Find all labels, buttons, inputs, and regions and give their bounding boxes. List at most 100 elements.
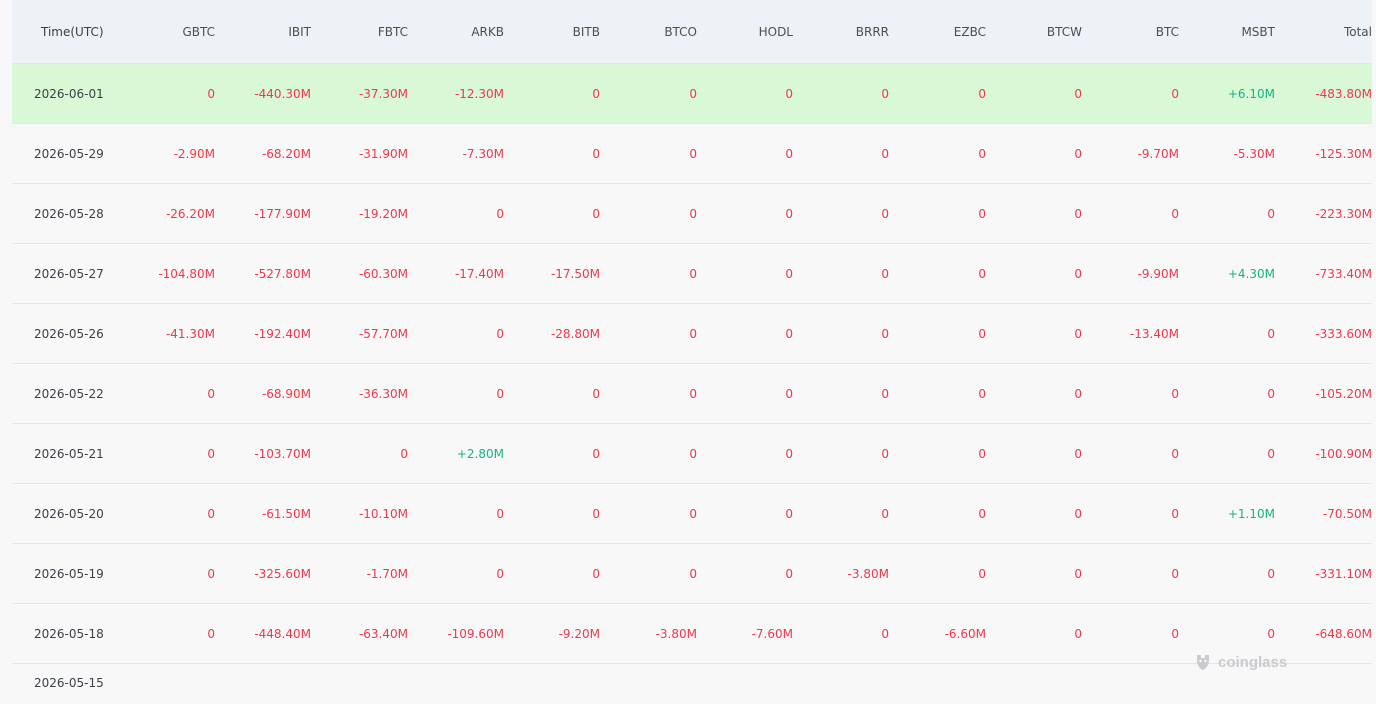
flow-cell-fbtc: 0 <box>400 446 408 461</box>
column-header-btcw[interactable]: BTCW <box>986 25 1082 39</box>
column-header-brrr[interactable]: BRRR <box>793 25 889 39</box>
flow-cell-ezbc: 0 <box>978 206 986 221</box>
flow-cell-fbtc: -37.30M <box>358 86 408 101</box>
flow-cell-ezbc: 0 <box>978 566 986 581</box>
flow-cell-gbtc: 0 <box>207 446 215 461</box>
flow-cell-ibit: -61.50M <box>261 506 311 521</box>
flow-cell-msbt: 0 <box>1267 206 1275 221</box>
flow-cell-btco: 0 <box>689 266 697 281</box>
column-header-btco[interactable]: BTCO <box>600 25 697 39</box>
flow-cell-btcw: 0 <box>1074 86 1082 101</box>
flow-cell-bitb: 0 <box>592 446 600 461</box>
flow-cell-ezbc: 0 <box>978 386 986 401</box>
flow-cell-arkb: +2.80M <box>456 446 504 461</box>
flow-cell-brrr: 0 <box>881 206 889 221</box>
flow-cell-btc: -13.40M <box>1129 326 1179 341</box>
column-header-btc[interactable]: BTC <box>1082 25 1179 39</box>
column-header-gbtc[interactable]: GBTC <box>129 25 215 39</box>
flow-cell-brrr: -3.80M <box>847 566 889 581</box>
flow-cell-fbtc: -31.90M <box>358 146 408 161</box>
flow-cell-btco: 0 <box>689 566 697 581</box>
flow-cell-msbt: +6.10M <box>1227 86 1275 101</box>
flow-cell-btc: 0 <box>1171 206 1179 221</box>
flow-cell-brrr: 0 <box>881 626 889 641</box>
flow-cell-msbt: 0 <box>1267 626 1275 641</box>
row-date: 2026-05-28 <box>34 206 104 221</box>
flow-cell-btcw: 0 <box>1074 626 1082 641</box>
flow-cell-arkb: 0 <box>496 206 504 221</box>
flow-cell-hodl: -7.60M <box>751 626 793 641</box>
flow-cell-ezbc: 0 <box>978 446 986 461</box>
flow-cell-hodl: 0 <box>785 566 793 581</box>
flow-cell-fbtc: -63.40M <box>358 626 408 641</box>
flow-cell-btc: 0 <box>1171 506 1179 521</box>
flow-cell-gbtc: 0 <box>207 86 215 101</box>
flow-cell-btcw: 0 <box>1074 506 1082 521</box>
column-header-bitb[interactable]: BITB <box>504 25 600 39</box>
flow-cell-btco: 0 <box>689 446 697 461</box>
flow-cell-gbtc: 0 <box>207 626 215 641</box>
etf-flow-table: Time(UTC) GBTC IBIT FBTC ARKB BITB BTCO HODL BRR… <box>12 0 1372 704</box>
flow-cell-bitb: 0 <box>592 206 600 221</box>
flow-cell-ezbc: -6.60M <box>944 626 986 641</box>
flow-cell-btc: 0 <box>1171 626 1179 641</box>
flow-cell-btcw: 0 <box>1074 386 1082 401</box>
flow-cell-brrr: 0 <box>881 146 889 161</box>
table-row: 2026-05-15 <box>12 664 1372 704</box>
flow-cell-total: -70.50M <box>1322 506 1372 521</box>
column-header-fbtc[interactable]: FBTC <box>311 25 408 39</box>
flow-cell-arkb: 0 <box>496 506 504 521</box>
coinglass-logo-icon <box>1197 655 1209 670</box>
flow-cell-bitb: -17.50M <box>550 266 600 281</box>
table-row: 2026-05-29 -2.90M -68.20M -31.90M -7.30M 0 0 0 0… <box>12 124 1372 184</box>
flow-cell-gbtc: -104.80M <box>158 266 215 281</box>
flow-cell-bitb: -9.20M <box>558 626 600 641</box>
flow-cell-ibit: -103.70M <box>254 446 311 461</box>
row-date: 2026-05-15 <box>34 676 104 690</box>
flow-cell-bitb: 0 <box>592 566 600 581</box>
flow-cell-brrr: 0 <box>881 386 889 401</box>
flow-cell-hodl: 0 <box>785 206 793 221</box>
flow-cell-total: -483.80M <box>1315 86 1372 101</box>
column-header-msbt[interactable]: MSBT <box>1179 25 1275 39</box>
flow-cell-fbtc: -60.30M <box>358 266 408 281</box>
row-date: 2026-06-01 <box>34 86 104 101</box>
row-date: 2026-05-20 <box>34 506 104 521</box>
flow-cell-gbtc: 0 <box>207 566 215 581</box>
flow-cell-total: -105.20M <box>1315 386 1372 401</box>
flow-cell-hodl: 0 <box>785 386 793 401</box>
flow-cell-ezbc: 0 <box>978 506 986 521</box>
flow-cell-ibit: -448.40M <box>254 626 311 641</box>
flow-cell-hodl: 0 <box>785 86 793 101</box>
table-row: 2026-05-19 0 -325.60M -1.70M 0 0 0 0 -3.80M 0 0 0 0 -… <box>12 544 1372 604</box>
flow-cell-arkb: 0 <box>496 326 504 341</box>
row-date: 2026-05-27 <box>34 266 104 281</box>
column-header-ezbc[interactable]: EZBC <box>889 25 986 39</box>
flow-cell-msbt: -5.30M <box>1233 146 1275 161</box>
column-header-arkb[interactable]: ARKB <box>408 25 504 39</box>
coinglass-watermark: coinglass <box>1192 651 1287 673</box>
flow-cell-ezbc: 0 <box>978 86 986 101</box>
row-date: 2026-05-18 <box>34 626 104 641</box>
table-row: 2026-06-01 0 -440.30M -37.30M -12.30M 0 0 0 0 0 0 0… <box>12 64 1372 124</box>
flow-cell-ezbc: 0 <box>978 266 986 281</box>
flow-cell-btcw: 0 <box>1074 266 1082 281</box>
column-header-ibit[interactable]: IBIT <box>215 25 311 39</box>
column-header-total[interactable]: Total <box>1275 25 1372 39</box>
column-header-hodl[interactable]: HODL <box>697 25 793 39</box>
flow-cell-ibit: -192.40M <box>254 326 311 341</box>
flow-cell-bitb: 0 <box>592 86 600 101</box>
flow-cell-btcw: 0 <box>1074 566 1082 581</box>
flow-cell-btc: 0 <box>1171 86 1179 101</box>
flow-cell-brrr: 0 <box>881 446 889 461</box>
table-row: 2026-05-27 -104.80M -527.80M -60.30M -17.40M… <box>12 244 1372 304</box>
flow-cell-msbt: +1.10M <box>1227 506 1275 521</box>
flow-cell-ibit: -527.80M <box>254 266 311 281</box>
column-header-time-utc[interactable]: Time(UTC) <box>12 25 129 39</box>
flow-cell-total: -125.30M <box>1315 146 1372 161</box>
flow-cell-btc: 0 <box>1171 566 1179 581</box>
flow-cell-btcw: 0 <box>1074 206 1082 221</box>
table-row: 2026-05-26 -41.30M -192.40M -57.70M 0 -28.80M… <box>12 304 1372 364</box>
flow-cell-fbtc: -1.70M <box>366 566 408 581</box>
flow-cell-total: -223.30M <box>1315 206 1372 221</box>
